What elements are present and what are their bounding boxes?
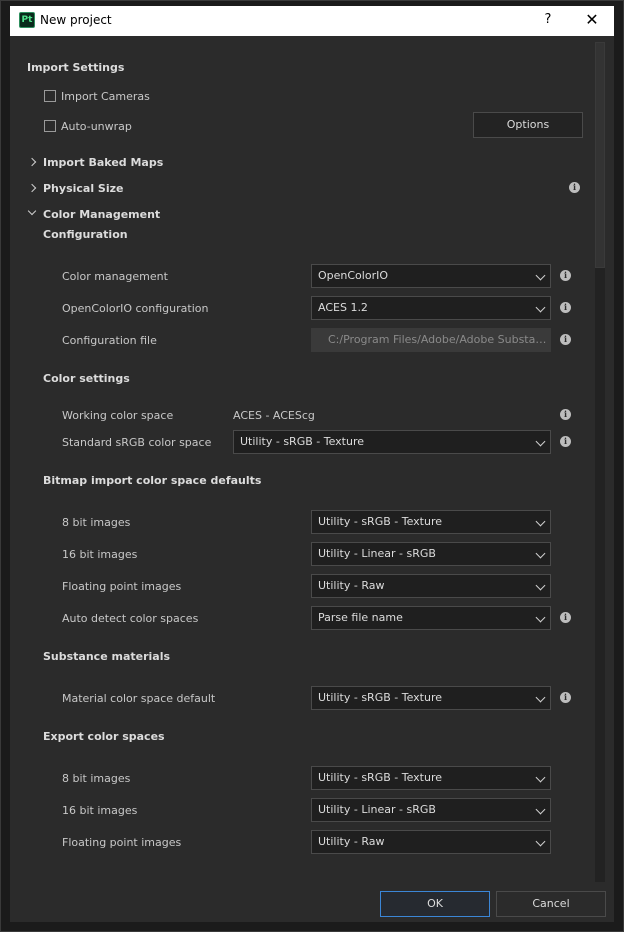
- standard-srgb-dropdown[interactable]: Utility - sRGB - Texture: [233, 430, 551, 454]
- dialog-content: Import Settings Import Cameras Auto-unwr…: [10, 36, 614, 922]
- info-icon[interactable]: i: [560, 409, 571, 420]
- section-physical-size[interactable]: Physical Size: [43, 182, 123, 195]
- color-management-label: Color management: [62, 270, 168, 283]
- window-title: New project: [40, 13, 112, 27]
- working-color-space-value: ACES - ACEScg: [233, 409, 315, 422]
- info-icon[interactable]: i: [560, 270, 571, 281]
- bitmap-8bit-dropdown[interactable]: Utility - sRGB - Texture: [311, 510, 551, 534]
- export-16bit-value: Utility - Linear - sRGB: [318, 803, 436, 816]
- section-color-management[interactable]: Color Management: [43, 208, 160, 221]
- chevron-down-icon: [535, 580, 546, 591]
- auto-detect-label: Auto detect color spaces: [62, 612, 199, 625]
- section-title-import-settings: Import Settings: [27, 61, 125, 74]
- standard-srgb-value: Utility - sRGB - Texture: [240, 435, 364, 448]
- import-cameras-checkbox[interactable]: [44, 90, 56, 102]
- scrollbar[interactable]: [595, 42, 605, 882]
- subsection-substance-materials: Substance materials: [43, 650, 171, 663]
- material-default-dropdown[interactable]: Utility - sRGB - Texture: [311, 686, 551, 710]
- auto-unwrap-label[interactable]: Auto-unwrap: [61, 120, 132, 133]
- chevron-down-icon: [535, 548, 546, 559]
- chevron-right-icon[interactable]: [27, 183, 37, 193]
- subsection-bitmap-import: Bitmap import color space defaults: [43, 474, 262, 487]
- info-icon[interactable]: i: [560, 692, 571, 703]
- working-color-space-label: Working color space: [62, 409, 174, 422]
- chevron-down-icon: [535, 692, 546, 703]
- auto-detect-dropdown[interactable]: Parse file name: [311, 606, 551, 630]
- chevron-down-icon: [535, 516, 546, 527]
- export-16bit-label: 16 bit images: [62, 804, 138, 817]
- title-bar: Pt New project ? ✕: [10, 6, 614, 36]
- export-8bit-dropdown[interactable]: Utility - sRGB - Texture: [311, 766, 551, 790]
- chevron-down-icon: [535, 436, 546, 447]
- bitmap-float-label: Floating point images: [62, 580, 182, 593]
- info-icon[interactable]: i: [560, 612, 571, 623]
- auto-detect-value: Parse file name: [318, 611, 403, 624]
- config-file-field: C:/Program Files/Adobe/Adobe Substanc...: [311, 328, 551, 352]
- ocio-config-dropdown[interactable]: ACES 1.2: [311, 296, 551, 320]
- subsection-color-settings: Color settings: [43, 372, 130, 385]
- close-button[interactable]: ✕: [582, 10, 602, 30]
- export-float-dropdown[interactable]: Utility - Raw: [311, 830, 551, 854]
- cancel-button[interactable]: Cancel: [496, 891, 606, 917]
- bitmap-float-value: Utility - Raw: [318, 579, 385, 592]
- bitmap-16bit-value: Utility - Linear - sRGB: [318, 547, 436, 560]
- material-default-label: Material color space default: [62, 692, 216, 705]
- ocio-config-value: ACES 1.2: [318, 301, 368, 314]
- bitmap-8bit-label: 8 bit images: [62, 516, 131, 529]
- chevron-down-icon: [535, 612, 546, 623]
- color-management-dropdown[interactable]: OpenColorIO: [311, 264, 551, 288]
- ok-button[interactable]: OK: [380, 891, 490, 917]
- chevron-down-icon: [535, 772, 546, 783]
- chevron-down-icon: [535, 302, 546, 313]
- export-8bit-label: 8 bit images: [62, 772, 131, 785]
- bitmap-8bit-value: Utility - sRGB - Texture: [318, 515, 442, 528]
- chevron-down-icon[interactable]: [27, 206, 37, 216]
- standard-srgb-label: Standard sRGB color space: [62, 436, 212, 449]
- export-float-value: Utility - Raw: [318, 835, 385, 848]
- help-button[interactable]: ?: [538, 10, 558, 30]
- info-icon[interactable]: i: [560, 436, 571, 447]
- import-cameras-label[interactable]: Import Cameras: [61, 90, 150, 103]
- app-logo-icon: Pt: [19, 12, 35, 28]
- export-8bit-value: Utility - sRGB - Texture: [318, 771, 442, 784]
- section-import-baked-maps[interactable]: Import Baked Maps: [43, 156, 163, 169]
- bitmap-16bit-dropdown[interactable]: Utility - Linear - sRGB: [311, 542, 551, 566]
- config-file-label: Configuration file: [62, 334, 157, 347]
- info-icon[interactable]: i: [569, 182, 580, 193]
- info-icon[interactable]: i: [560, 302, 571, 313]
- bitmap-float-dropdown[interactable]: Utility - Raw: [311, 574, 551, 598]
- chevron-down-icon: [535, 836, 546, 847]
- material-default-value: Utility - sRGB - Texture: [318, 691, 442, 704]
- bitmap-16bit-label: 16 bit images: [62, 548, 138, 561]
- subsection-configuration: Configuration: [43, 228, 128, 241]
- info-icon[interactable]: i: [560, 334, 571, 345]
- chevron-down-icon: [535, 270, 546, 281]
- ocio-config-label: OpenColorIO configuration: [62, 302, 209, 315]
- color-management-value: OpenColorIO: [318, 269, 389, 282]
- subsection-export-color-spaces: Export color spaces: [43, 730, 165, 743]
- scrollbar-thumb[interactable]: [595, 42, 605, 268]
- chevron-down-icon: [535, 804, 546, 815]
- export-float-label: Floating point images: [62, 836, 182, 849]
- auto-unwrap-checkbox[interactable]: [44, 120, 56, 132]
- export-16bit-dropdown[interactable]: Utility - Linear - sRGB: [311, 798, 551, 822]
- options-button[interactable]: Options: [473, 112, 583, 138]
- chevron-right-icon[interactable]: [27, 157, 37, 167]
